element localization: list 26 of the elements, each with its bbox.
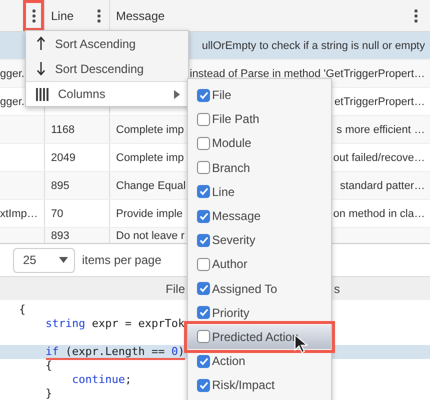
code-line: continue; (72, 373, 132, 386)
cell-text: out failed/recove… (333, 152, 425, 164)
page-size-label: items per page (82, 253, 162, 267)
table-cell: xtImp… (0, 200, 45, 227)
cell-text: s more efficient … (336, 124, 425, 136)
code-line: string expr = exprTok (46, 317, 185, 330)
table-cell: 895 (45, 172, 110, 199)
cell-text: Change Equal (116, 180, 186, 192)
panel-title: File (164, 282, 185, 296)
cell-text: Do not leave r (116, 230, 184, 242)
cell-text: ullOrEmpty to check if a string is null or empty (202, 40, 425, 52)
cell-text: etTriggerPropert… (334, 96, 425, 108)
table-cell: 2049 (45, 144, 110, 171)
code-line: { (19, 303, 26, 316)
table-cell: 1168 (45, 116, 110, 143)
code-line: if (expr.Length == 0) (46, 345, 185, 360)
cell-text: Complete imp (116, 152, 184, 164)
panel-title: s (334, 282, 340, 296)
table-cell: 70 (45, 200, 110, 227)
code-line: } (46, 387, 52, 400)
cell-text: instead of Parse in method 'GetTriggerPropert… (190, 68, 425, 80)
cell-text: on method in cla… (333, 208, 425, 220)
code-line: { (46, 359, 52, 372)
cell-text: Complete imp (116, 124, 184, 136)
cell-text: Provide imple (116, 208, 183, 220)
cell-text: standard patter… (340, 180, 425, 192)
